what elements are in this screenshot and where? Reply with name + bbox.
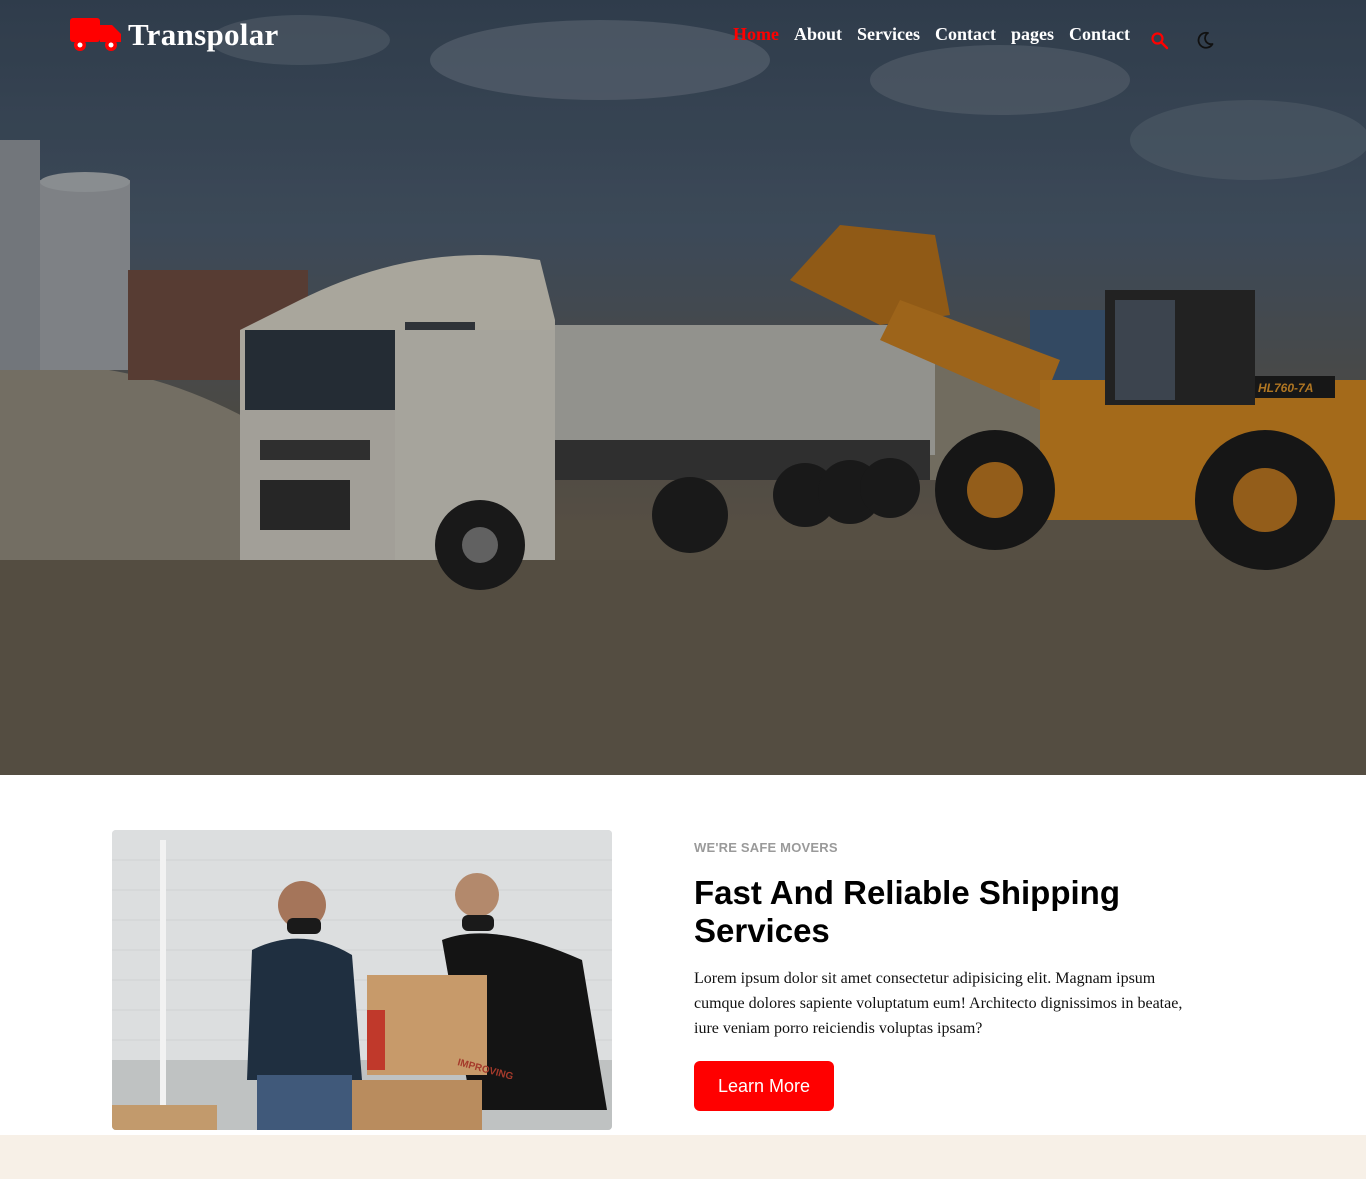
hero-overlay xyxy=(0,0,1366,775)
nav-pages[interactable]: pages xyxy=(1011,24,1054,45)
nav-contact-2[interactable]: Contact xyxy=(1069,24,1130,45)
movers-image: IMPROVING xyxy=(112,830,612,1130)
section-heading: Fast And Reliable Shipping Services xyxy=(694,874,1120,949)
search-icon[interactable] xyxy=(1150,31,1170,51)
section-description: Lorem ipsum dolor sit amet consectetur a… xyxy=(694,970,1183,1037)
nav-home[interactable]: Home xyxy=(733,24,779,45)
nav-services[interactable]: Services xyxy=(857,24,920,45)
hero-banner: HL760-7A xyxy=(0,0,1366,775)
next-section-band xyxy=(0,1135,1366,1179)
section-eyebrow: WE'RE SAFE MOVERS xyxy=(694,840,838,855)
brand-name: Transpolar xyxy=(128,17,279,52)
learn-more-button[interactable]: Learn More xyxy=(694,1061,834,1111)
truck-icon xyxy=(70,14,122,57)
brand-logo[interactable]: Transpolar xyxy=(70,16,279,54)
nav-contact[interactable]: Contact xyxy=(935,24,996,45)
main-nav: Home About Services Contact pages Contac… xyxy=(733,24,1145,45)
moon-icon[interactable] xyxy=(1195,30,1215,50)
nav-about[interactable]: About xyxy=(794,24,842,45)
